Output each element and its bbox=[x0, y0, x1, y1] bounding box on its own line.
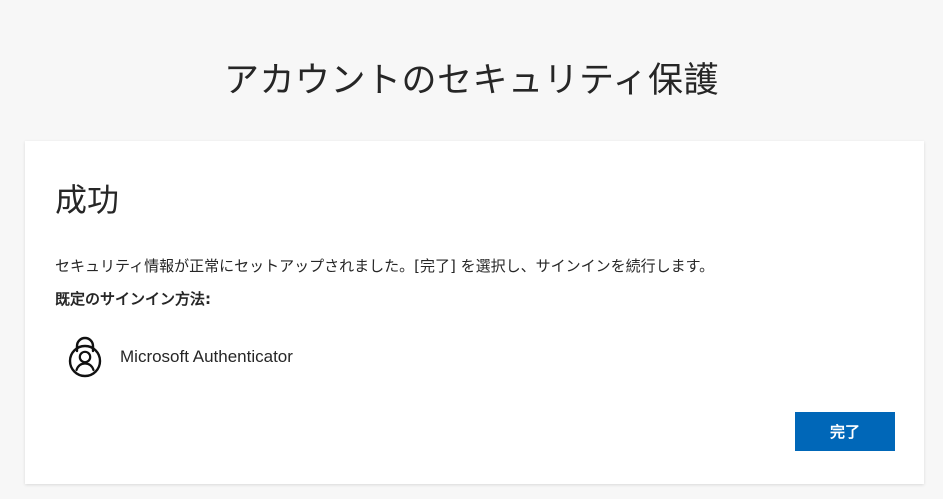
done-button[interactable]: 完了 bbox=[795, 412, 895, 451]
default-signin-method: Microsoft Authenticator bbox=[67, 335, 293, 379]
page-title: アカウントのセキュリティ保護 bbox=[224, 61, 719, 102]
authenticator-lock-icon bbox=[68, 336, 102, 378]
page: アカウントのセキュリティ保護 成功 セキュリティ情報が正常にセットアップされまし… bbox=[0, 0, 943, 499]
success-message: セキュリティ情報が正常にセットアップされました。[完了] を選択し、サインインを… bbox=[55, 257, 715, 275]
card-title: 成功 bbox=[55, 181, 120, 219]
authenticator-method-label: Microsoft Authenticator bbox=[120, 347, 293, 366]
success-card: 成功 セキュリティ情報が正常にセットアップされました。[完了] を選択し、サイン… bbox=[25, 141, 924, 484]
default-signin-method-label: 既定のサインイン方法: bbox=[55, 290, 211, 308]
